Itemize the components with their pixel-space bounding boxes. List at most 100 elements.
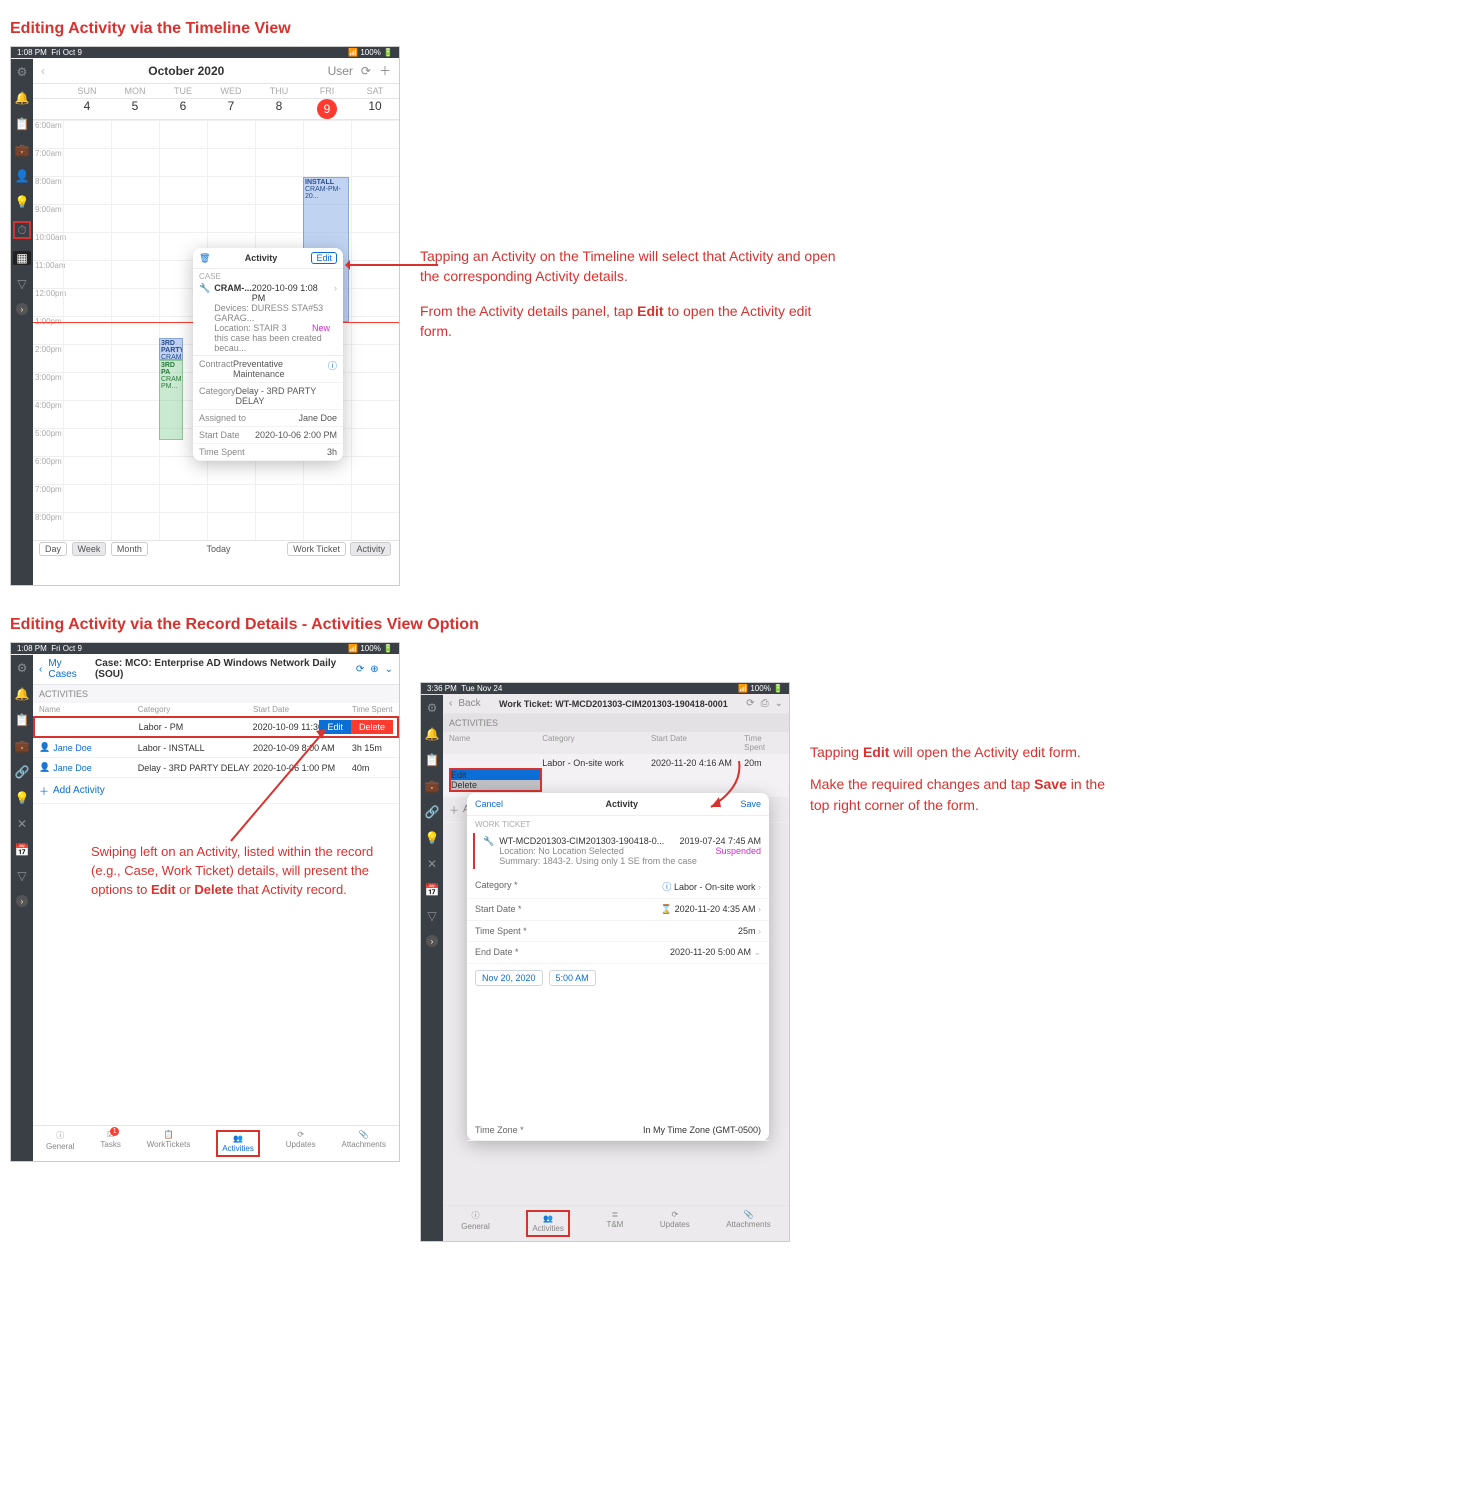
calendar-icon[interactable]: 📅 xyxy=(425,883,439,897)
info-icon[interactable]: ⓘ xyxy=(328,359,337,379)
briefcase-icon[interactable]: 💼 xyxy=(15,143,29,157)
tab-tasks[interactable]: ☑1Tasks xyxy=(100,1130,120,1157)
person-icon: 👤 xyxy=(39,742,50,753)
bell-icon[interactable]: 🔔 xyxy=(15,91,29,105)
add-activity-link[interactable]: ＋Add Activity xyxy=(33,778,399,804)
view-month[interactable]: Month xyxy=(111,542,148,556)
gear-icon[interactable]: ⚙ xyxy=(15,65,29,79)
back-chevron-icon[interactable]: ‹ xyxy=(39,664,42,675)
grid-icon[interactable]: ▦ xyxy=(13,251,31,265)
day-4[interactable]: 4 xyxy=(63,99,111,119)
weekday-row: SUN MON TUE WED THU FRI SAT xyxy=(33,84,399,99)
today-button[interactable]: Today xyxy=(207,544,231,554)
tab-general[interactable]: ⓘGeneral xyxy=(461,1210,489,1237)
activity-row[interactable]: 👤Jane Doe Labor - INSTALL 2020-10-09 8:0… xyxy=(33,738,399,758)
crossed-icon[interactable]: ✕ xyxy=(425,857,439,871)
tab-attachments[interactable]: 📎Attachments xyxy=(726,1210,770,1237)
day-8[interactable]: 8 xyxy=(255,99,303,119)
chevron-down-icon[interactable]: ⌄ xyxy=(775,698,783,709)
clipboard-icon[interactable]: 📋 xyxy=(15,713,29,727)
day-5[interactable]: 5 xyxy=(111,99,159,119)
wt-summary-row[interactable]: 🔧 WT-MCD201303-CIM201303-190418-0...2019… xyxy=(473,833,769,869)
chevron-left-icon[interactable]: ‹ xyxy=(41,64,45,78)
filter-wt[interactable]: Work Ticket xyxy=(287,542,346,556)
bulb-icon[interactable]: 💡 xyxy=(15,195,29,209)
activity-row-swiped[interactable]: Labor - PM 2020-10-09 11:30 AM 20m Edit … xyxy=(33,716,399,738)
day-9-selected[interactable]: 9 xyxy=(317,99,337,119)
day-6[interactable]: 6 xyxy=(159,99,207,119)
form-row-startdate[interactable]: Start Date *⌛ 2020-11-20 4:35 AM › xyxy=(467,899,769,921)
event-3rdparty-2[interactable]: 3RD PA CRAM-PM... xyxy=(159,360,183,440)
filter-icon[interactable]: ▽ xyxy=(425,909,439,923)
people-icon: 👥 xyxy=(233,1134,243,1143)
chip-time[interactable]: 5:00 AM xyxy=(549,970,596,986)
globe-icon[interactable]: ⊕ xyxy=(370,664,378,675)
tab-tm[interactable]: ≣T&M xyxy=(606,1210,623,1237)
event-3rdparty-1[interactable]: 3RD PARTY CRAM-PM-... xyxy=(159,338,183,360)
tab-updates[interactable]: ⟳Updates xyxy=(660,1210,690,1237)
clipboard-icon[interactable]: 📋 xyxy=(425,753,439,767)
chip-date[interactable]: Nov 20, 2020 xyxy=(475,970,543,986)
pop-row-category: CategoryDelay - 3RD PARTY DELAY xyxy=(193,383,343,410)
bell-icon[interactable]: 🔔 xyxy=(15,687,29,701)
bell-icon[interactable]: 🔔 xyxy=(425,727,439,741)
calendar-icon[interactable]: 📅 xyxy=(15,843,29,857)
trash-icon[interactable]: 🗑 xyxy=(199,253,210,264)
edit-button[interactable]: Edit xyxy=(311,252,337,264)
refresh-icon[interactable]: ⟳ xyxy=(356,664,364,675)
user-icon[interactable]: 👤 xyxy=(15,169,29,183)
wrench-icon: 🔧 xyxy=(483,836,494,866)
tab-activities[interactable]: 👥Activities xyxy=(526,1210,570,1237)
info-icon: ⓘ xyxy=(662,882,671,892)
link-icon[interactable]: 🔗 xyxy=(15,765,29,779)
filter-activity[interactable]: Activity xyxy=(350,542,391,556)
back-chevron-icon[interactable]: ‹ xyxy=(449,698,452,709)
briefcase-icon[interactable]: 💼 xyxy=(15,739,29,753)
chevron-right-icon[interactable]: › xyxy=(16,303,28,315)
link-icon[interactable]: 🔗 xyxy=(425,805,439,819)
swipe-delete-button[interactable]: Delete xyxy=(451,780,540,790)
chevron-right-icon[interactable]: › xyxy=(426,935,438,947)
tab-general[interactable]: ⓘGeneral xyxy=(46,1130,74,1157)
tab-attachments[interactable]: 📎Attachments xyxy=(342,1130,386,1157)
cancel-button[interactable]: Cancel xyxy=(475,799,503,809)
case-row[interactable]: 🔧 CRAM-...2020-10-09 1:08 PM Devices: DU… xyxy=(193,281,343,356)
tab-worktickets[interactable]: 📋WorkTickets xyxy=(147,1130,191,1157)
add-icon[interactable]: ＋ xyxy=(379,62,391,79)
form-row-timezone[interactable]: Time Zone *In My Time Zone (GMT-0500) xyxy=(467,1120,769,1141)
gear-icon[interactable]: ⚙ xyxy=(15,661,29,675)
day-7[interactable]: 7 xyxy=(207,99,255,119)
refresh-icon[interactable]: ⟳ xyxy=(361,64,371,78)
form-row-timespent[interactable]: Time Spent *25m › xyxy=(467,921,769,942)
refresh-icon[interactable]: ⟳ xyxy=(746,698,754,709)
swipe-edit-button[interactable]: Edit xyxy=(451,770,540,780)
list-icon: ≣ xyxy=(612,1210,619,1219)
timeline-icon[interactable]: ⏱ xyxy=(13,221,31,239)
briefcase-icon[interactable]: 💼 xyxy=(425,779,439,793)
back-link[interactable]: My Cases xyxy=(48,658,89,680)
tab-updates[interactable]: ⟳Updates xyxy=(286,1130,316,1157)
view-week[interactable]: Week xyxy=(72,542,107,556)
bulb-icon[interactable]: 💡 xyxy=(425,831,439,845)
swipe-delete-button[interactable]: Delete xyxy=(351,720,393,734)
filter-icon[interactable]: ▽ xyxy=(15,869,29,883)
info-icon: ⓘ xyxy=(56,1130,64,1141)
crossed-icon[interactable]: ✕ xyxy=(15,817,29,831)
filter-icon[interactable]: ▽ xyxy=(15,277,29,291)
gear-icon[interactable]: ⚙ xyxy=(425,701,439,715)
bottom-tabbar: ⓘGeneral ☑1Tasks 📋WorkTickets 👥Activitie… xyxy=(33,1125,399,1161)
view-day[interactable]: Day xyxy=(39,542,67,556)
clipboard-icon[interactable]: 📋 xyxy=(15,117,29,131)
camera-icon[interactable]: ⎙ xyxy=(761,698,769,709)
back-link[interactable]: Back xyxy=(458,698,480,709)
chevron-down-icon[interactable]: ⌄ xyxy=(385,664,393,675)
tab-activities[interactable]: 👥Activities xyxy=(216,1130,260,1157)
activity-row[interactable]: 👤Jane Doe Delay - 3RD PARTY DELAY 2020-1… xyxy=(33,758,399,778)
paperclip-icon: 📎 xyxy=(744,1210,754,1219)
form-row-enddate[interactable]: End Date *2020-11-20 5:00 AM ⌄ xyxy=(467,942,769,964)
day-10[interactable]: 10 xyxy=(351,99,399,119)
bulb-icon[interactable]: 💡 xyxy=(15,791,29,805)
chevron-down-icon: ⌄ xyxy=(753,947,761,957)
form-row-category[interactable]: Category *ⓘ Labor - On-site work › xyxy=(467,875,769,899)
chevron-right-icon[interactable]: › xyxy=(16,895,28,907)
